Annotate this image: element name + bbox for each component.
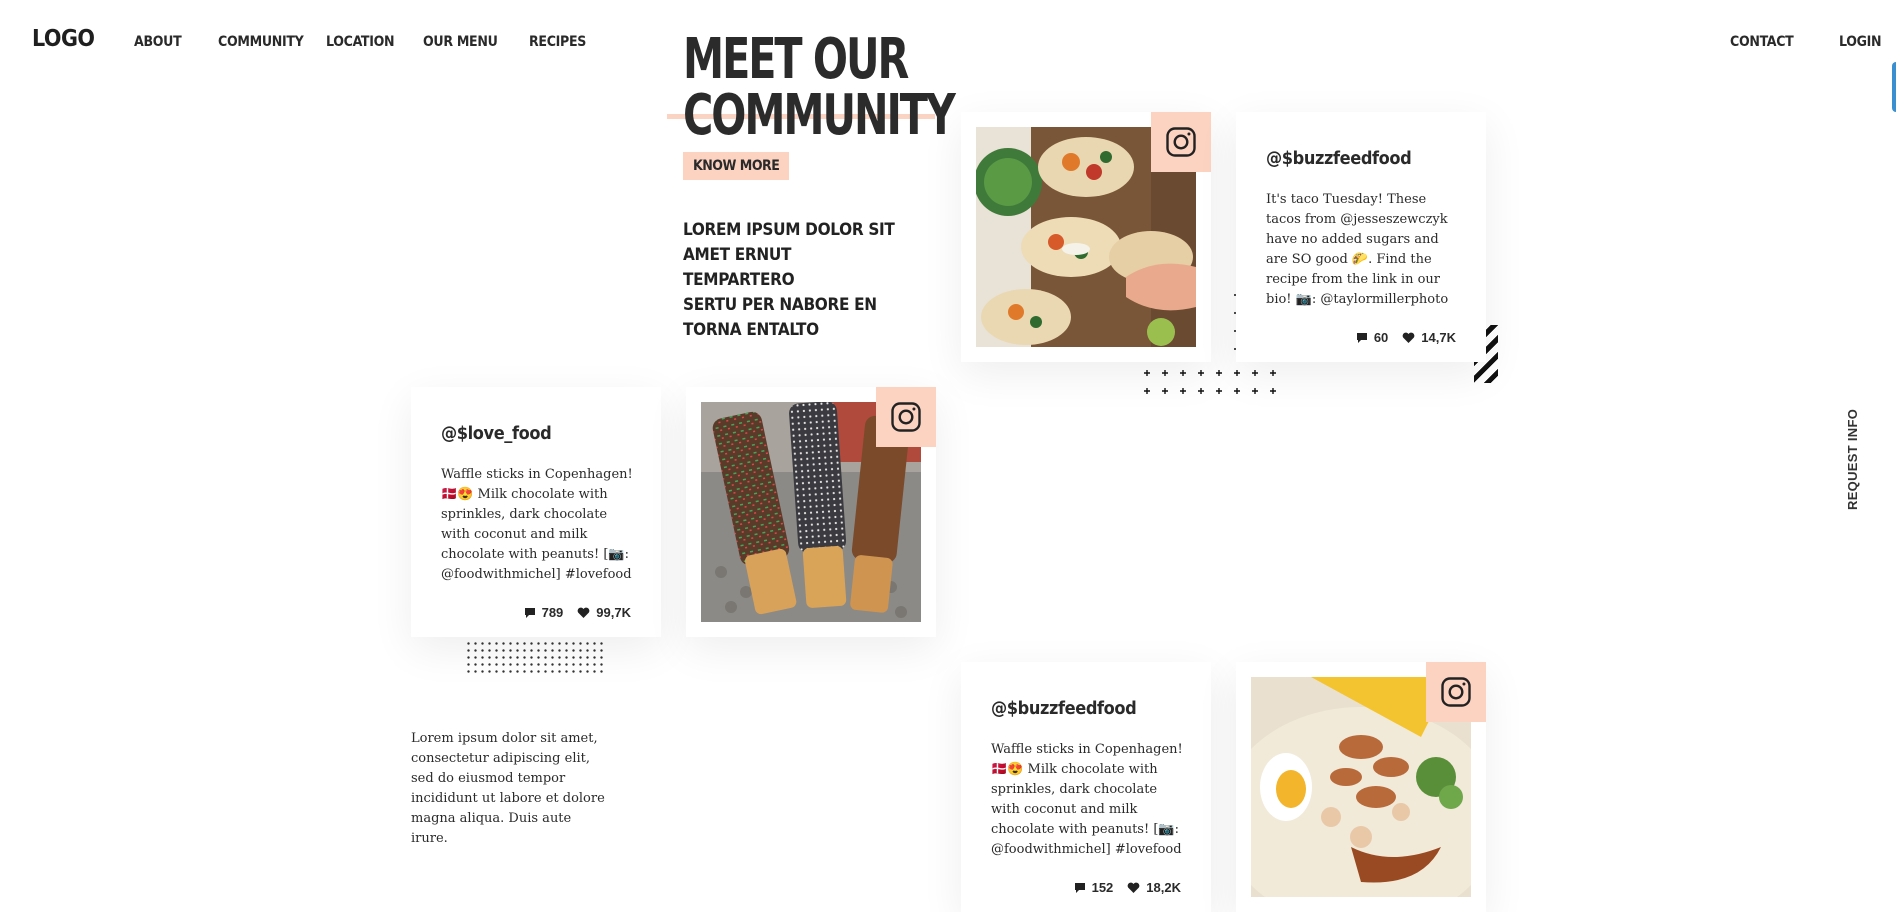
nav-our-menu[interactable]: OUR MENU bbox=[423, 34, 498, 50]
comment-icon bbox=[524, 607, 535, 618]
post-stats: 789 99,7K bbox=[524, 605, 631, 620]
comments-count: 789 bbox=[541, 605, 564, 620]
logo[interactable]: LOGO bbox=[32, 26, 95, 52]
likes-count: 14,7K bbox=[1421, 330, 1456, 345]
comments-count: 60 bbox=[1373, 330, 1389, 345]
page-title-line-2: COMMUNITY bbox=[683, 83, 956, 148]
post-text-card-1: @$buzzfeedfood It's taco Tuesday! These … bbox=[1236, 112, 1486, 362]
nav-login[interactable]: LOGIN bbox=[1839, 34, 1882, 50]
intro-paragraph: Lorem ipsum dolor sit amet, consectetur … bbox=[411, 731, 605, 846]
comments-stat[interactable]: 789 bbox=[524, 605, 564, 620]
heart-icon bbox=[1127, 882, 1140, 893]
instagram-icon bbox=[1441, 677, 1471, 707]
dot-pattern bbox=[465, 640, 605, 673]
post-photo-card-2[interactable] bbox=[686, 387, 936, 637]
instagram-icon-button[interactable] bbox=[1151, 112, 1211, 172]
side-scroll-tab[interactable] bbox=[1892, 62, 1896, 112]
instagram-icon-button[interactable] bbox=[876, 387, 936, 447]
likes-stat[interactable]: 99,7K bbox=[577, 605, 631, 620]
comment-icon bbox=[1074, 882, 1085, 893]
page-title-line-1: MEET OUR bbox=[683, 27, 909, 92]
post-photo-card-1[interactable] bbox=[961, 112, 1211, 362]
post-caption: Waffle sticks in Copenhagen! 🇩🇰😍 Milk ch… bbox=[991, 742, 1183, 857]
post-stats: 152 18,2K bbox=[1074, 880, 1181, 895]
post-handle[interactable]: @$love_food bbox=[441, 423, 552, 444]
comments-count: 152 bbox=[1091, 880, 1114, 895]
know-more-button[interactable]: KNOW MORE bbox=[683, 152, 790, 180]
heart-icon bbox=[577, 607, 590, 618]
request-info-link[interactable]: REQUEST INFO bbox=[1845, 409, 1860, 510]
post-text-card-3: @$buzzfeedfood Waffle sticks in Copenhag… bbox=[961, 662, 1211, 912]
comments-stat[interactable]: 152 bbox=[1074, 880, 1114, 895]
comments-stat[interactable]: 60 bbox=[1356, 330, 1388, 345]
post-stats: 60 14,7K bbox=[1356, 330, 1456, 345]
likes-count: 99,7K bbox=[596, 605, 631, 620]
post-handle[interactable]: @$buzzfeedfood bbox=[1266, 148, 1412, 169]
nav-recipes[interactable]: RECIPES bbox=[529, 34, 586, 50]
nav-contact[interactable]: CONTACT bbox=[1730, 34, 1794, 50]
instagram-icon-button[interactable] bbox=[1426, 662, 1486, 722]
likes-stat[interactable]: 18,2K bbox=[1127, 880, 1181, 895]
comment-icon bbox=[1356, 332, 1367, 343]
post-photo-card-3[interactable] bbox=[1236, 662, 1486, 912]
post-caption: Waffle sticks in Copenhagen! 🇩🇰😍 Milk ch… bbox=[441, 467, 633, 582]
nav-location[interactable]: LOCATION bbox=[326, 34, 395, 50]
likes-stat[interactable]: 14,7K bbox=[1402, 330, 1456, 345]
post-handle[interactable]: @$buzzfeedfood bbox=[991, 698, 1137, 719]
post-caption: It's taco Tuesday! These tacos from @jes… bbox=[1266, 192, 1449, 307]
hero-subtitle: LOREM IPSUM DOLOR SIT AMET ERNUT TEMPART… bbox=[683, 220, 895, 340]
instagram-icon bbox=[1166, 127, 1196, 157]
page-title: MEET OUR COMMUNITY bbox=[683, 27, 956, 148]
likes-count: 18,2K bbox=[1146, 880, 1181, 895]
nav-community[interactable]: COMMUNITY bbox=[218, 34, 304, 50]
instagram-icon bbox=[891, 402, 921, 432]
heart-icon bbox=[1402, 332, 1415, 343]
nav-about[interactable]: ABOUT bbox=[134, 34, 182, 50]
post-text-card-2: @$love_food Waffle sticks in Copenhagen!… bbox=[411, 387, 661, 637]
